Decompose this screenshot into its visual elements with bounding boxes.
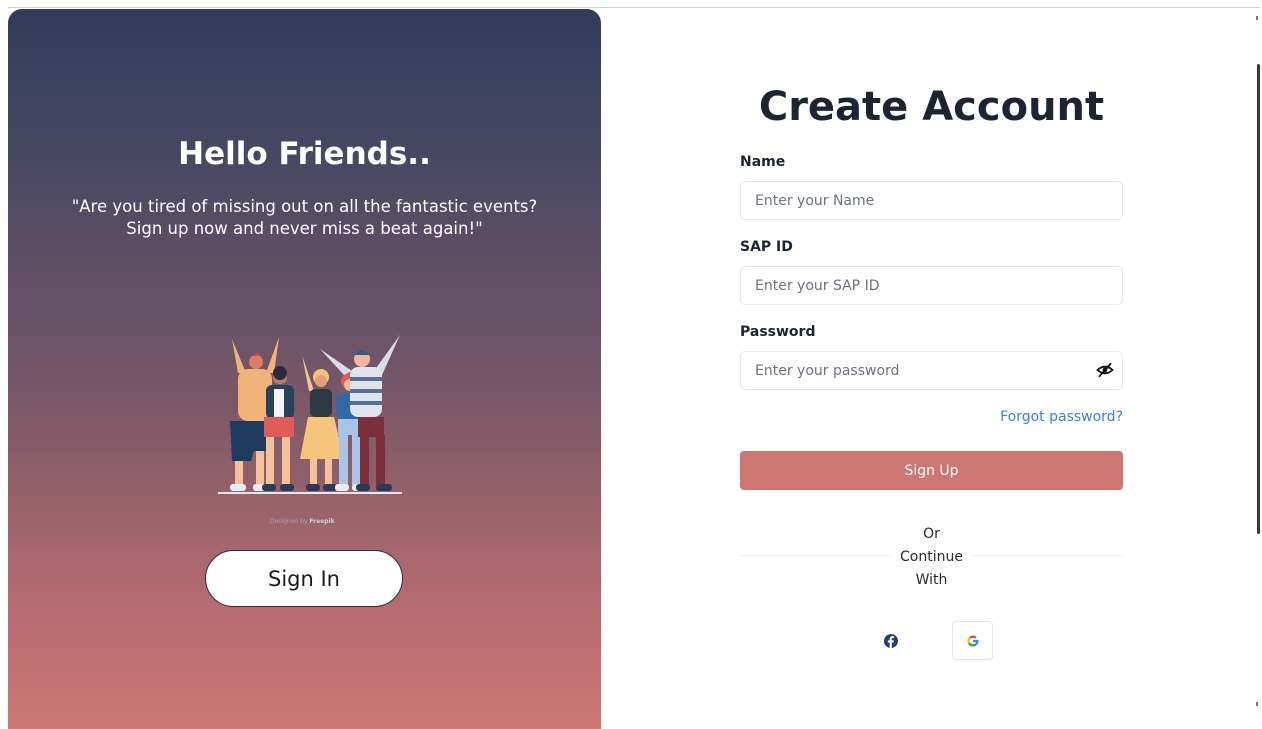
credit-brand: Freepik	[309, 518, 335, 525]
divider-continue: Continue	[900, 549, 963, 565]
greeting-heading: Hello Friends..	[178, 136, 431, 172]
sign-in-button[interactable]: Sign In	[205, 550, 403, 607]
welcome-panel: Hello Friends.. "Are you tired of missin…	[8, 9, 601, 729]
tagline-quote: "Are you tired of missing out on all the…	[8, 196, 601, 240]
password-input[interactable]	[740, 351, 1123, 390]
window-top-border	[8, 7, 1260, 8]
illustration-credit: Designed by Freepik	[270, 518, 335, 525]
forgot-password-link[interactable]: Forgot password?	[980, 409, 1123, 425]
divider-or: Or	[923, 526, 940, 542]
or-continue-with-text: Or Continue With	[891, 523, 972, 592]
quote-line-2: Sign up now and never miss a beat again!…	[126, 219, 483, 238]
name-label: Name	[740, 154, 786, 170]
friends-illustration	[218, 335, 402, 494]
quote-line-1: "Are you tired of missing out on all the…	[71, 197, 538, 216]
google-login-button[interactable]	[952, 621, 993, 660]
password-label: Password	[740, 324, 816, 340]
google-icon	[966, 634, 979, 647]
sap-id-label: SAP ID	[740, 239, 793, 255]
page-title: Create Account	[758, 84, 1105, 130]
eye-slash-icon[interactable]	[1096, 361, 1114, 379]
divider-with: With	[915, 572, 948, 588]
scroll-down-arrow[interactable]	[1256, 702, 1258, 706]
name-input[interactable]	[740, 181, 1123, 220]
sap-id-input[interactable]	[740, 266, 1123, 305]
facebook-icon	[884, 634, 898, 648]
scroll-up-arrow[interactable]	[1256, 16, 1258, 20]
sign-up-button[interactable]: Sign Up	[740, 451, 1123, 490]
facebook-login-button[interactable]	[874, 624, 908, 658]
page-scrollbar[interactable]	[1257, 64, 1260, 534]
credit-text: Designed by	[270, 518, 308, 525]
